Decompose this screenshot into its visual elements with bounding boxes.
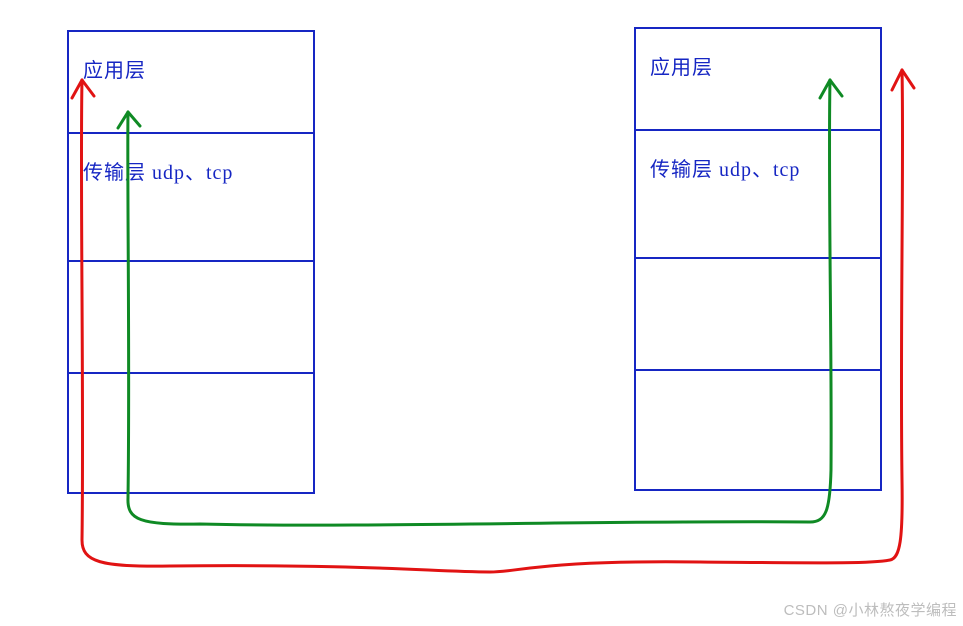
left-stack: 应用层 传输层 udp、tcp <box>67 30 315 494</box>
right-row-1: 应用层 <box>636 29 880 131</box>
red-arrow-head-right <box>892 70 914 90</box>
left-row-1-label: 应用层 <box>83 60 146 82</box>
left-row-3 <box>69 262 313 374</box>
right-row-3 <box>636 259 880 371</box>
right-row-2-label: 传输层 udp、tcp <box>650 159 800 181</box>
right-stack: 应用层 传输层 udp、tcp <box>634 27 882 491</box>
right-row-1-label: 应用层 <box>650 57 713 79</box>
left-row-2-label: 传输层 udp、tcp <box>83 162 233 184</box>
watermark: CSDN @小林熬夜学编程 <box>784 599 957 620</box>
left-row-2: 传输层 udp、tcp <box>69 134 313 262</box>
left-row-1: 应用层 <box>69 32 313 134</box>
left-row-4 <box>69 374 313 492</box>
right-row-2: 传输层 udp、tcp <box>636 131 880 259</box>
right-row-4 <box>636 371 880 489</box>
